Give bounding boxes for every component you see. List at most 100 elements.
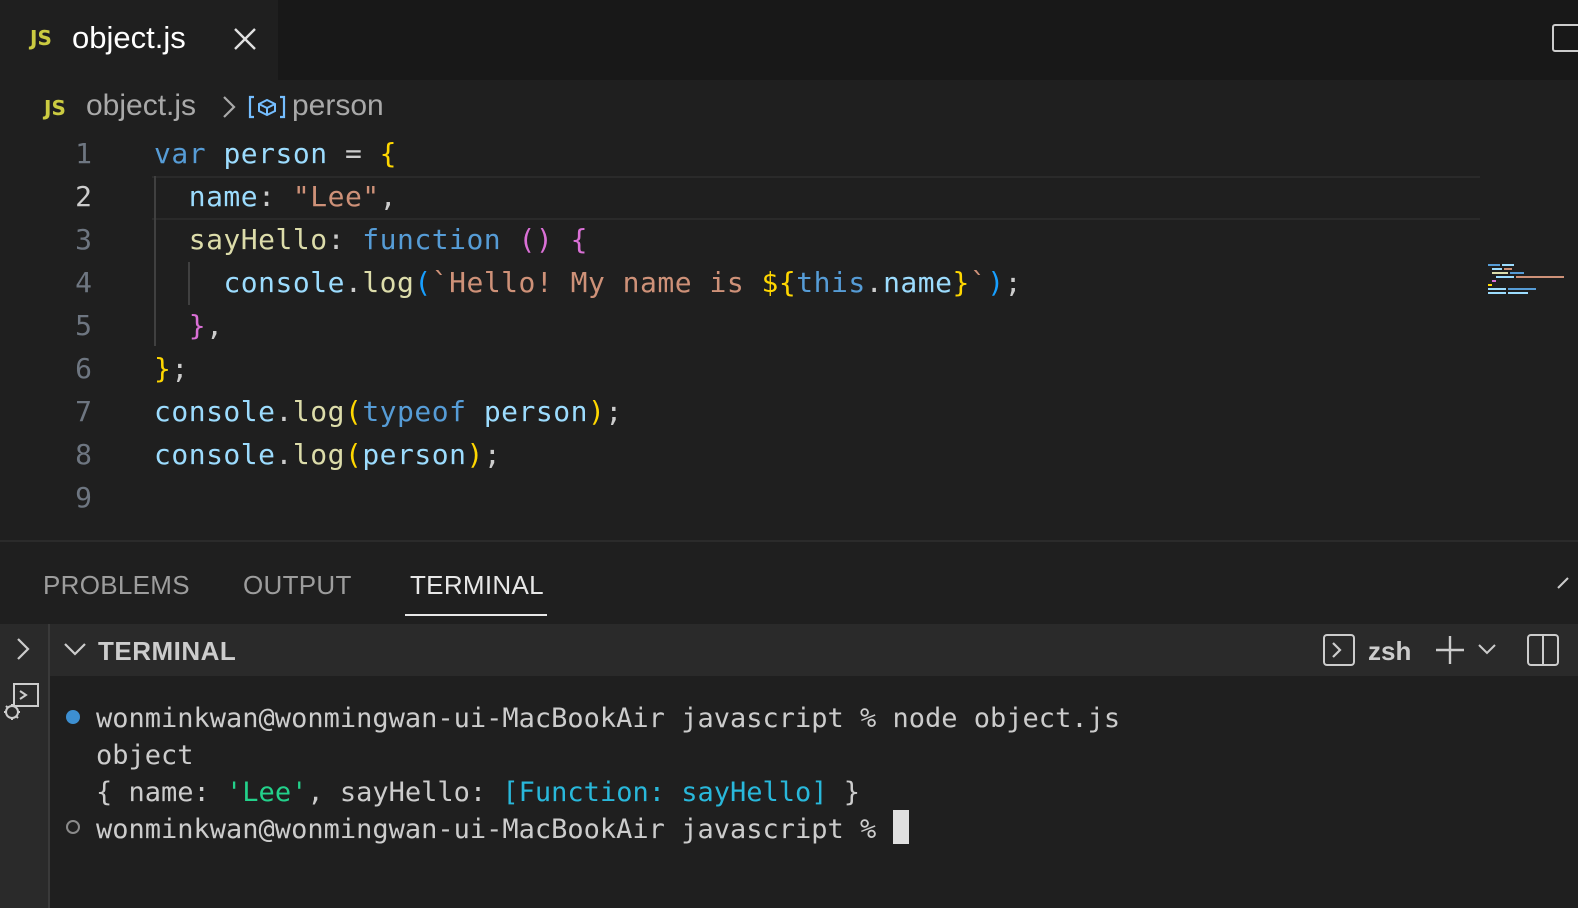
chevron-right-icon — [218, 94, 240, 120]
code-token: ( — [344, 438, 363, 471]
js-file-icon: JS — [30, 26, 52, 50]
output-function: [Function: sayHello] — [502, 777, 828, 808]
code-text: name: "Lee", — [154, 175, 397, 218]
line-number: 6 — [75, 352, 92, 385]
debug-console-icon[interactable] — [2, 682, 42, 722]
symbol-variable-icon — [248, 94, 286, 120]
code-line[interactable]: 5 }, — [0, 304, 1480, 347]
minimap[interactable] — [1488, 264, 1568, 304]
terminal-line: wonminkwan@wonmingwan-ui-MacBookAir java… — [96, 703, 1121, 734]
output-text: { name: — [96, 777, 227, 808]
terminal-output[interactable]: wonminkwan@wonmingwan-ui-MacBookAir java… — [50, 676, 1578, 908]
code-token: ; — [171, 352, 189, 385]
line-number: 7 — [75, 395, 92, 428]
code-token: ; — [483, 438, 502, 471]
code-token: = — [327, 137, 380, 170]
code-token: , — [206, 309, 224, 342]
code-line[interactable]: 6}; — [0, 347, 1480, 390]
split-terminal-icon[interactable] — [1526, 633, 1560, 667]
terminal-shell-name[interactable]: zsh — [1368, 636, 1411, 667]
tab-output[interactable]: OUTPUT — [243, 570, 352, 601]
breadcrumb-file[interactable]: object.js — [86, 89, 196, 123]
code-token: } — [952, 266, 970, 299]
code-token: console — [154, 395, 276, 428]
maximize-panel-icon[interactable] — [1556, 576, 1576, 590]
code-token: "Lee" — [292, 180, 380, 213]
code-token: console — [154, 438, 276, 471]
terminal-header: TERMINAL zsh — [50, 624, 1578, 676]
code-token: typeof — [362, 395, 467, 428]
code-token: this — [796, 266, 866, 299]
code-line[interactable]: 2 name: "Lee", — [0, 175, 1480, 218]
chevron-down-icon[interactable] — [1476, 640, 1498, 658]
command-pending-decoration[interactable] — [66, 820, 80, 834]
code-token: person — [223, 137, 328, 170]
chevron-right-icon[interactable] — [12, 636, 34, 662]
code-token: ; — [605, 395, 623, 428]
tab-problems[interactable]: PROBLEMS — [43, 570, 190, 601]
command-success-decoration[interactable] — [66, 710, 80, 724]
code-line[interactable]: 1 var person = { — [0, 132, 1480, 175]
editor-tab-bar: JS object.js — [0, 0, 1578, 80]
tab-terminal[interactable]: TERMINAL — [410, 570, 544, 601]
code-line[interactable]: 3 sayHello: function () { — [0, 218, 1480, 261]
active-tab-indicator — [405, 614, 547, 616]
line-number: 2 — [75, 180, 92, 213]
code-editor[interactable]: 1 var person = {2 name: "Lee", 3 sayHello:… — [0, 132, 1578, 538]
code-token: . — [275, 438, 293, 471]
code-line[interactable]: 8 console.log(person); — [0, 433, 1480, 476]
tab-label: object.js — [72, 20, 186, 55]
code-token: : — [327, 223, 363, 256]
code-token: } — [188, 309, 207, 342]
line-number: 3 — [75, 223, 92, 256]
chevron-down-icon[interactable] — [62, 638, 88, 660]
split-editor-icon[interactable] — [1552, 24, 1578, 52]
code-line[interactable]: 9 — [0, 476, 1480, 519]
js-file-icon: JS — [44, 96, 66, 120]
code-token: } — [154, 352, 172, 385]
code-text: console.log(typeof person); — [154, 390, 623, 433]
output-text: } — [827, 777, 861, 808]
line-number: 9 — [75, 481, 92, 514]
editor-tab-object-js[interactable]: JS object.js — [0, 0, 278, 80]
code-token: sayHello — [188, 223, 328, 256]
terminal-section-title: TERMINAL — [98, 636, 237, 666]
code-token: () — [518, 223, 554, 256]
code-token: ) — [987, 266, 1005, 299]
code-token: : — [258, 180, 293, 213]
code-token: ) — [587, 395, 606, 428]
panel-tab-bar: PROBLEMS OUTPUT TERMINAL — [0, 542, 1578, 624]
code-token: log — [292, 395, 345, 428]
code-text: }, — [154, 304, 223, 347]
code-token: name — [883, 266, 953, 299]
code-token: person — [483, 395, 588, 428]
close-icon[interactable] — [232, 26, 258, 52]
code-token: function — [362, 223, 502, 256]
code-token: . — [865, 266, 884, 299]
terminal-line: wonminkwan@wonmingwan-ui-MacBookAir java… — [96, 810, 909, 848]
code-text: console.log(person); — [154, 433, 501, 476]
breadcrumb: JS object.js person — [0, 84, 1578, 130]
code-text: }; — [154, 347, 189, 390]
code-token: ( — [414, 266, 432, 299]
code-line[interactable]: 4 console.log(`Hello! My name is ${this.… — [0, 261, 1480, 304]
breadcrumb-symbol[interactable]: person — [292, 89, 384, 123]
code-text: sayHello: function () { — [154, 218, 588, 261]
code-line[interactable]: 7 console.log(typeof person); — [0, 390, 1480, 433]
code-token: , — [379, 180, 398, 213]
code-token: log — [362, 266, 415, 299]
code-token: console — [223, 266, 345, 299]
output-string: 'Lee' — [226, 777, 308, 808]
terminal-line: object — [96, 740, 194, 771]
output-text: , sayHello: — [307, 777, 503, 808]
code-text: var person = { — [154, 132, 397, 175]
terminal-line: { name: 'Lee', sayHello: [Function: sayH… — [96, 774, 860, 811]
plus-icon[interactable] — [1434, 634, 1466, 666]
